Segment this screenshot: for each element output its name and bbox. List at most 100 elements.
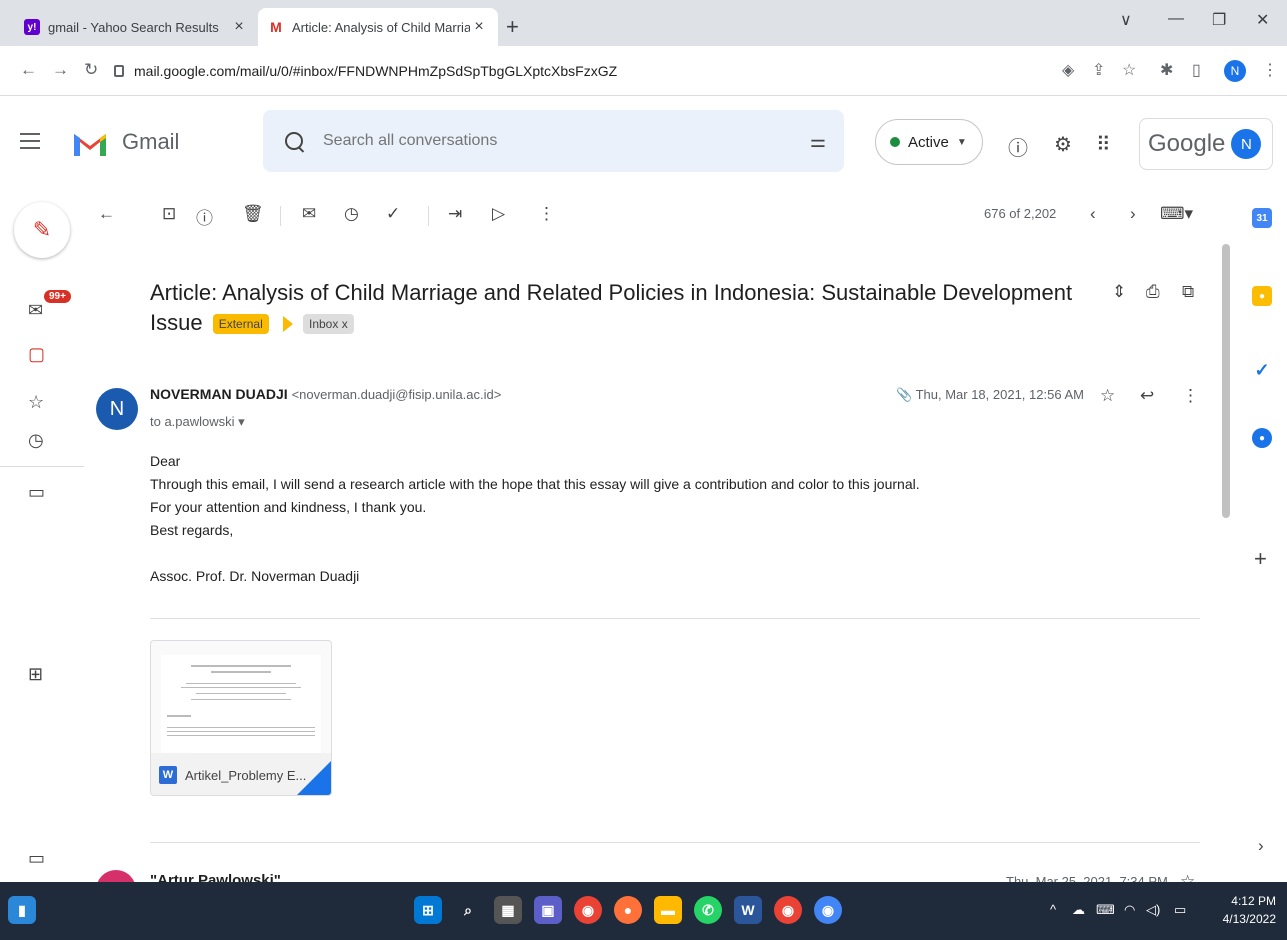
bookmark-star-icon[interactable]: ☆ <box>1122 60 1136 80</box>
expand-all-icon[interactable]: ⇕ <box>1112 282 1126 302</box>
teams-chat-icon[interactable]: ▣ <box>534 896 562 924</box>
extensions-puzzle-icon[interactable]: ✱ <box>1160 60 1173 80</box>
chat-spaces-icon[interactable]: ▢ <box>28 344 45 365</box>
recipient-line[interactable]: to a.pawlowski ▾ <box>150 414 245 430</box>
delete-trash-icon[interactable]: 🗑 <box>242 204 264 224</box>
sender-line: NOVERMAN DUADJI <noverman.duadji@fisip.u… <box>150 386 501 402</box>
status-selector[interactable]: Active ▼ <box>875 119 983 165</box>
message-more-icon[interactable]: ⋮ <box>1182 386 1199 406</box>
clock-date: 4/13/2022 <box>1222 912 1276 926</box>
more-options-icon[interactable]: ⋮ <box>538 204 555 224</box>
close-window-button[interactable]: ✕ <box>1256 10 1269 30</box>
archive-icon[interactable]: ⊡ <box>162 204 176 224</box>
settings-gear-icon[interactable]: ⚙ <box>1054 132 1072 157</box>
label-external[interactable]: External <box>212 314 269 335</box>
mark-unread-icon[interactable]: ✉ <box>302 204 316 224</box>
help-icon[interactable]: ⓘ <box>1008 132 1028 161</box>
meet-video-icon[interactable]: ▭ <box>28 848 45 869</box>
apps-grid-icon[interactable]: ⠿ <box>1096 132 1111 157</box>
sender-avatar: N <box>96 388 138 430</box>
side-panel-icon[interactable]: ▯ <box>1192 60 1201 80</box>
google-account-box[interactable]: Google N <box>1139 118 1273 170</box>
print-icon[interactable]: ⎙ <box>1146 282 1160 302</box>
label-icon[interactable]: ▷ <box>492 204 505 224</box>
tasks-icon[interactable]: ✓ <box>1252 360 1272 380</box>
spaces-icon[interactable]: ⊞ <box>28 664 43 685</box>
minimize-button[interactable]: — <box>1168 10 1184 28</box>
battery-icon[interactable]: ▭ <box>1174 902 1186 918</box>
starred-icon[interactable]: ☆ <box>28 392 44 413</box>
newer-chevron-icon[interactable]: ‹ <box>1090 204 1096 224</box>
reply-icon[interactable]: ↩ <box>1140 386 1154 406</box>
system-clock[interactable]: 4:12 PM 4/13/2022 <box>1222 892 1276 928</box>
new-tab-button[interactable]: + <box>506 14 519 40</box>
report-spam-icon[interactable]: ⓘ <box>196 204 213 229</box>
widgets-icon[interactable]: ▮ <box>8 896 36 924</box>
keyboard-icon[interactable]: ⌨ <box>1096 902 1115 918</box>
important-marker-icon[interactable] <box>282 316 293 333</box>
get-addons-plus-icon[interactable]: + <box>1254 546 1267 572</box>
restore-button[interactable]: ❐ <box>1212 10 1226 30</box>
volume-icon[interactable]: ◁) <box>1146 902 1160 918</box>
keep-icon[interactable]: ● <box>1252 286 1272 306</box>
snoozed-clock-icon[interactable]: ◷ <box>28 430 44 451</box>
close-tab-icon[interactable]: × <box>230 18 248 36</box>
contacts-icon[interactable]: ● <box>1252 428 1272 448</box>
body-line: Assoc. Prof. Dr. Noverman Duadji <box>150 568 360 584</box>
sender-email: <noverman.duadji@fisip.unila.ac.id> <box>291 387 502 402</box>
back-icon[interactable]: ← <box>20 60 37 80</box>
chrome-profile-icon[interactable]: ◉ <box>774 896 802 924</box>
browser-menu-icon[interactable]: ⋮ <box>1262 60 1278 80</box>
firefox-icon[interactable]: ● <box>614 896 642 924</box>
whatsapp-icon[interactable]: ✆ <box>694 896 722 924</box>
search-options-icon[interactable]: ⚌ <box>810 131 826 152</box>
chevron-down-icon[interactable]: ▾ <box>238 414 245 429</box>
yahoo-icon: y! <box>24 19 40 35</box>
tray-overflow-icon[interactable]: ^ <box>1050 902 1056 917</box>
forward-icon[interactable]: → <box>52 60 69 80</box>
attachment-card[interactable]: W Artikel_Problemy E... <box>150 640 332 796</box>
share-icon[interactable]: ⇪ <box>1092 60 1105 80</box>
add-task-icon[interactable]: ✓ <box>386 204 400 224</box>
reload-icon[interactable]: ↻ <box>84 60 98 80</box>
taskbar-search-icon[interactable]: ⌕ <box>454 896 482 924</box>
rail-divider <box>0 466 84 467</box>
open-new-window-icon[interactable]: ⧉ <box>1182 282 1194 302</box>
tab-search-icon[interactable]: ∨ <box>1120 10 1132 30</box>
main-menu-icon[interactable] <box>20 133 40 154</box>
search-input[interactable] <box>323 132 763 150</box>
search-icon[interactable] <box>285 132 303 150</box>
snooze-icon[interactable]: ◷ <box>344 204 359 224</box>
google-wordmark: Google <box>1148 130 1226 157</box>
file-explorer-icon[interactable]: ▬ <box>654 896 682 924</box>
address-bar[interactable]: mail.google.com/mail/u/0/#inbox/FFNDWNPH… <box>114 53 1064 89</box>
tab-gmail-article[interactable]: M Article: Analysis of Child Marriag × <box>258 8 498 46</box>
inbox-count-badge: 99+ <box>44 290 71 303</box>
windows-start-icon[interactable]: ⊞ <box>414 896 442 924</box>
star-icon[interactable]: ☆ <box>1100 386 1115 406</box>
label-inbox[interactable]: Inbox x <box>303 314 354 335</box>
onedrive-icon[interactable]: ☁ <box>1072 902 1085 918</box>
task-view-icon[interactable]: ▦ <box>494 896 522 924</box>
calendar-icon[interactable]: 31 <box>1252 208 1272 228</box>
older-chevron-icon[interactable]: › <box>1130 204 1136 224</box>
tab-yahoo-search[interactable]: y! gmail - Yahoo Search Results × <box>14 8 258 46</box>
word-app-icon[interactable]: W <box>734 896 762 924</box>
mail-icon[interactable]: ✉ <box>28 300 43 321</box>
chrome-icon[interactable]: ◉ <box>574 896 602 924</box>
close-tab-icon[interactable]: × <box>470 18 488 36</box>
show-side-panel-icon[interactable]: › <box>1258 836 1264 856</box>
back-to-inbox-icon[interactable]: ← <box>98 204 115 224</box>
move-to-icon[interactable]: ⇥ <box>448 204 462 224</box>
wifi-icon[interactable]: ◠ <box>1124 902 1135 918</box>
scrollbar-thumb[interactable] <box>1222 244 1230 518</box>
chrome-profile-active-icon[interactable]: ◉ <box>814 896 842 924</box>
browser-profile-avatar[interactable]: N <box>1224 60 1246 82</box>
body-line: Best regards, <box>150 522 234 538</box>
search-bar[interactable]: ⚌ <box>263 110 844 172</box>
input-tools-icon[interactable]: ⌨▾ <box>1160 204 1193 224</box>
account-avatar[interactable]: N <box>1231 129 1262 159</box>
chat-icon[interactable]: ▭ <box>28 482 45 503</box>
extension-icon[interactable]: ◈ <box>1062 60 1074 80</box>
compose-button[interactable]: ✎ <box>14 202 70 258</box>
